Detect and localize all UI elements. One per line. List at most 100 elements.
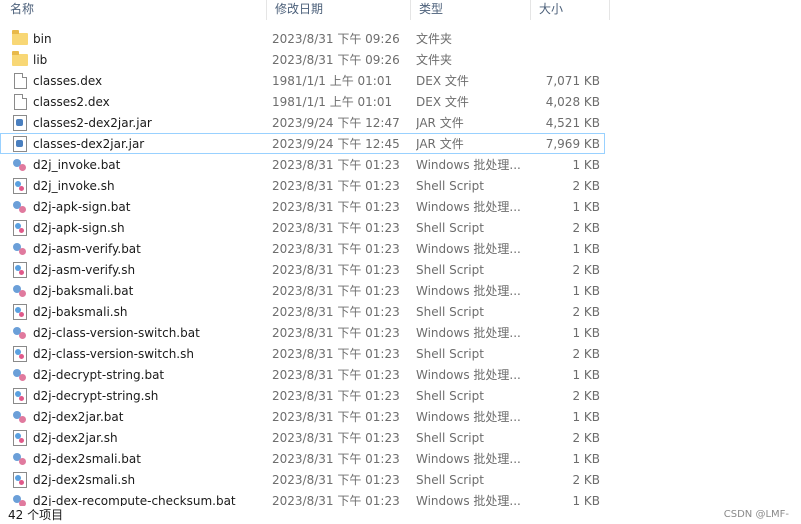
shell-script-icon xyxy=(13,429,27,446)
file-name: d2j-dex2smali.bat xyxy=(33,452,141,466)
file-size: 1 KB xyxy=(572,242,600,256)
file-date: 2023/8/31 下午 01:23 xyxy=(272,452,400,466)
batch-file-icon xyxy=(13,158,27,172)
column-header-type[interactable]: 类型 xyxy=(410,0,530,20)
file-size: 2 KB xyxy=(572,263,600,277)
file-date: 2023/9/24 下午 12:45 xyxy=(272,137,400,151)
file-row[interactable]: d2j-asm-verify.bat 2023/8/31 下午 01:23 Wind… xyxy=(0,238,605,259)
jar-file-icon xyxy=(13,114,27,131)
shell-script-icon xyxy=(13,387,27,404)
file-row[interactable]: classes2.dex 1981/1/1 上午 01:01 DEX 文件 4,028… xyxy=(0,91,605,112)
file-list: bin 2023/8/31 下午 09:26 文件夹 lib 2023/8/31 下午 … xyxy=(0,28,801,506)
file-date: 2023/8/31 下午 01:23 xyxy=(272,284,400,298)
file-row[interactable]: classes2-dex2jar.jar 2023/9/24 下午 12:47 JA… xyxy=(0,112,605,133)
file-icon-cell xyxy=(1,197,33,216)
file-row[interactable]: d2j-class-version-switch.sh 2023/8/31 下午 … xyxy=(0,343,605,364)
file-size: 1 KB xyxy=(572,368,600,382)
file-icon-cell xyxy=(1,323,33,342)
file-size: 1 KB xyxy=(572,284,600,298)
file-row[interactable]: d2j_invoke.sh 2023/8/31 下午 01:23 Shell Scr… xyxy=(0,175,605,196)
file-size xyxy=(528,50,600,69)
shell-script-icon xyxy=(13,261,27,278)
file-icon-cell xyxy=(1,365,33,384)
shell-script-icon xyxy=(13,219,27,236)
file-size: 2 KB xyxy=(572,347,600,361)
file-icon-cell xyxy=(1,176,33,195)
column-header-date[interactable]: 修改日期 xyxy=(266,0,410,20)
status-bar: 42 个项目 CSDN @LMF- xyxy=(0,506,801,524)
file-name: d2j-dex2smali.sh xyxy=(33,473,136,487)
file-size: 4,521 KB xyxy=(545,116,600,130)
file-row[interactable]: d2j-baksmali.bat 2023/8/31 下午 01:23 Window… xyxy=(0,280,605,301)
folder-icon xyxy=(12,51,28,66)
file-size: 7,969 KB xyxy=(545,137,600,151)
file-icon-cell xyxy=(1,386,33,405)
file-row[interactable]: d2j-baksmali.sh 2023/8/31 下午 01:23 Shell S… xyxy=(0,301,605,322)
file-icon-cell xyxy=(1,218,33,237)
item-count: 42 个项目 xyxy=(8,508,64,522)
file-icon-cell xyxy=(1,113,33,132)
file-icon-cell xyxy=(1,29,33,48)
batch-file-icon xyxy=(13,410,27,424)
file-name: d2j-baksmali.sh xyxy=(33,305,128,319)
file-size: 1 KB xyxy=(572,158,600,172)
file-row[interactable]: d2j-dex2jar.sh 2023/8/31 下午 01:23 Shell Sc… xyxy=(0,427,605,448)
shell-script-icon xyxy=(13,303,27,320)
column-header-size[interactable]: 大小 xyxy=(530,0,610,20)
file-size: 2 KB xyxy=(572,179,600,193)
file-date: 2023/8/31 下午 01:23 xyxy=(272,263,400,277)
file-row[interactable]: d2j-dex-recompute-checksum.bat 2023/8/31 … xyxy=(0,490,605,506)
file-type: Windows 批处理... xyxy=(416,200,521,214)
shell-script-icon xyxy=(13,471,27,488)
file-type: DEX 文件 xyxy=(416,95,469,109)
file-row[interactable]: lib 2023/8/31 下午 09:26 文件夹 xyxy=(0,49,605,70)
file-type: Windows 批处理... xyxy=(416,410,521,424)
file-type: Shell Script xyxy=(416,305,484,319)
folder-icon xyxy=(12,30,28,45)
file-size: 7,071 KB xyxy=(545,74,600,88)
file-row[interactable]: d2j-asm-verify.sh 2023/8/31 下午 01:23 Shell… xyxy=(0,259,605,280)
file-icon-cell xyxy=(1,50,33,69)
file-name: bin xyxy=(33,32,52,46)
file-name: lib xyxy=(33,53,48,67)
file-type: Windows 批处理... xyxy=(416,326,521,340)
file-date: 2023/8/31 下午 01:23 xyxy=(272,410,400,424)
file-date: 2023/8/31 下午 01:23 xyxy=(272,158,400,172)
file-type: Windows 批处理... xyxy=(416,284,521,298)
file-row[interactable]: d2j-decrypt-string.bat 2023/8/31 下午 01:23… xyxy=(0,364,605,385)
file-icon-cell xyxy=(1,491,33,506)
file-type: 文件夹 xyxy=(416,53,453,67)
file-type: Shell Script xyxy=(416,221,484,235)
file-type: DEX 文件 xyxy=(416,74,469,88)
shell-script-icon xyxy=(13,345,27,362)
file-row[interactable]: d2j-dex2jar.bat 2023/8/31 下午 01:23 Windows… xyxy=(0,406,605,427)
file-row[interactable]: d2j-apk-sign.bat 2023/8/31 下午 01:23 Window… xyxy=(0,196,605,217)
file-row[interactable]: d2j_invoke.bat 2023/8/31 下午 01:23 Windows … xyxy=(0,154,605,175)
file-row[interactable]: d2j-dex2smali.sh 2023/8/31 下午 01:23 Shell … xyxy=(0,469,605,490)
file-name: d2j-dex-recompute-checksum.bat xyxy=(33,494,236,506)
file-row[interactable]: d2j-decrypt-string.sh 2023/8/31 下午 01:23 S… xyxy=(0,385,605,406)
file-row[interactable]: d2j-apk-sign.sh 2023/8/31 下午 01:23 Shell S… xyxy=(0,217,605,238)
file-name: d2j-class-version-switch.bat xyxy=(33,326,200,340)
file-date: 2023/8/31 下午 01:23 xyxy=(272,200,400,214)
file-row[interactable]: classes.dex 1981/1/1 上午 01:01 DEX 文件 7,071 … xyxy=(0,70,605,91)
file-row[interactable]: d2j-class-version-switch.bat 2023/8/31 下午… xyxy=(0,322,605,343)
file-row[interactable]: bin 2023/8/31 下午 09:26 文件夹 xyxy=(0,28,605,49)
file-type: Shell Script xyxy=(416,347,484,361)
file-type: Windows 批处理... xyxy=(416,452,521,466)
file-date: 2023/8/31 下午 01:23 xyxy=(272,347,400,361)
file-row[interactable]: classes-dex2jar.jar 2023/9/24 下午 12:45 JAR… xyxy=(0,133,605,154)
file-name: classes2.dex xyxy=(33,95,110,109)
file-name: d2j-asm-verify.bat xyxy=(33,242,141,256)
column-header-name[interactable]: 名称 xyxy=(0,0,266,20)
file-type: Shell Script xyxy=(416,431,484,445)
file-date: 2023/8/31 下午 01:23 xyxy=(272,179,400,193)
batch-file-icon xyxy=(13,284,27,298)
file-size: 1 KB xyxy=(572,410,600,424)
file-icon-cell xyxy=(1,449,33,468)
file-icon-cell xyxy=(1,92,33,111)
file-name: d2j_invoke.sh xyxy=(33,179,115,193)
file-row[interactable]: d2j-dex2smali.bat 2023/8/31 下午 01:23 Windo… xyxy=(0,448,605,469)
file-date: 2023/8/31 下午 01:23 xyxy=(272,368,400,382)
batch-file-icon xyxy=(13,326,27,340)
